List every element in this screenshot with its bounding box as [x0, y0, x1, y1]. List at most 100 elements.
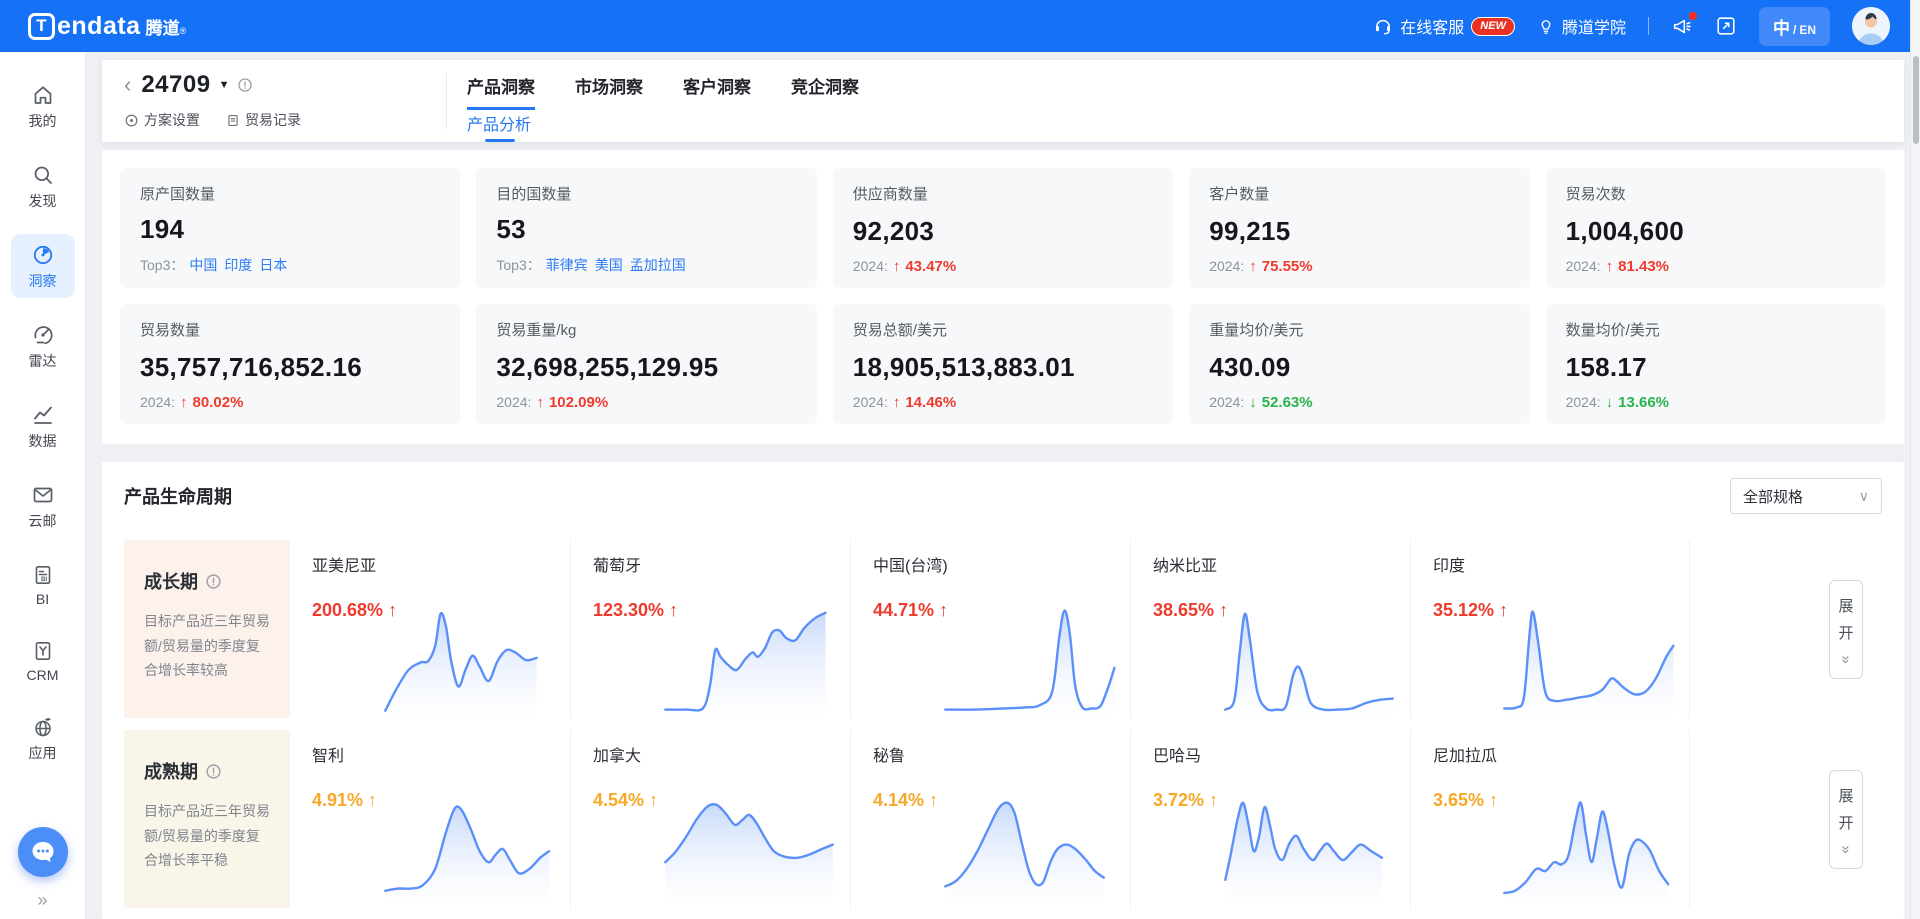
stat-value: 35,757,716,852.16 — [140, 352, 440, 383]
growth-rate: 44.71%↑ — [873, 600, 948, 621]
trend-sparkline-chart — [1220, 794, 1398, 904]
spec-filter-value: 全部规格 — [1743, 486, 1803, 507]
stat-value: 53 — [496, 214, 796, 245]
country-name[interactable]: 印度 — [1433, 552, 1689, 576]
country-name[interactable]: 巴哈马 — [1153, 742, 1410, 766]
country-name[interactable]: 纳米比亚 — [1153, 552, 1410, 576]
trade-records-button[interactable]: 贸易记录 — [226, 110, 301, 130]
sidebar-item-5-data[interactable]: 数据 — [11, 394, 75, 458]
stat-title: 客户数量 — [1209, 183, 1509, 204]
tab-4[interactable]: 竞企洞察 — [791, 73, 859, 110]
country-name[interactable]: 加拿大 — [593, 742, 850, 766]
caret-down-icon[interactable]: ▼ — [219, 79, 230, 91]
sidebar-item-label: 云邮 — [29, 511, 57, 531]
online-service-button[interactable]: 在线客服 NEW — [1373, 14, 1515, 38]
top3-link[interactable]: 美国 — [595, 255, 623, 275]
sidebar-item-4-radar[interactable]: 雷达 — [11, 314, 75, 378]
top3-link[interactable]: 中国 — [189, 255, 217, 275]
country-name[interactable]: 尼加拉瓜 — [1433, 742, 1689, 766]
sidebar-item-label: CRM — [27, 667, 59, 683]
stat-value: 18,905,513,883.01 — [853, 352, 1153, 383]
growth-rate: 38.65%↑ — [1153, 600, 1228, 621]
expand-column: 展开» — [1810, 730, 1882, 908]
chat-fab-button[interactable] — [18, 827, 68, 877]
stat-value: 92,203 — [853, 216, 1153, 247]
stat-value: 32,698,255,129.95 — [496, 352, 796, 383]
sidebar-item-8-crm[interactable]: CRM — [11, 630, 75, 690]
year-label: 2024: — [1566, 258, 1601, 274]
sidebar-item-9-apps[interactable]: 应用 — [11, 706, 75, 770]
growth-rate-value: 38.65% — [1153, 600, 1214, 621]
sidebar-item-1-home[interactable]: 我的 — [11, 74, 75, 138]
trend-cells: 智利4.91%↑加拿大4.54%↑秘鲁4.14%↑巴哈马3.72%↑尼加拉瓜3.… — [290, 730, 1690, 908]
tab-1[interactable]: 产品洞察 — [467, 73, 535, 110]
row-spacer — [1690, 540, 1810, 718]
top3-link[interactable]: 菲律宾 — [546, 255, 588, 275]
online-service-label: 在线客服 — [1400, 14, 1464, 38]
growth-rate-value: 35.12% — [1433, 600, 1494, 621]
trend-cell-中国(台湾): 中国(台湾) 44.71%↑ — [850, 540, 1130, 718]
records-icon — [226, 113, 240, 128]
back-icon[interactable]: ‹ — [124, 76, 133, 94]
expand-button[interactable]: 展开» — [1829, 770, 1863, 869]
up-arrow-icon: ↑ — [893, 258, 901, 275]
page-header: ‹ 24709 ▼ 方案设置 贸易记录 产品洞察 市场洞察 客户洞察 竞企洞察 产品分析 — [102, 60, 1904, 142]
info-icon[interactable] — [237, 77, 253, 93]
subtab-product-analysis[interactable]: 产品分析 — [467, 111, 531, 142]
expand-button[interactable]: 展开» — [1829, 580, 1863, 679]
scrollbar-thumb[interactable] — [1913, 56, 1919, 144]
info-icon[interactable] — [205, 763, 222, 780]
stage-name-label: 成长期 — [144, 568, 198, 594]
country-name[interactable]: 秘鲁 — [873, 742, 1130, 766]
info-icon[interactable] — [205, 573, 222, 590]
avatar-person-icon — [1852, 7, 1890, 45]
stage-name: 成长期 — [144, 568, 270, 594]
bulb-icon — [1537, 16, 1555, 36]
stat-title: 数量均价/美元 — [1566, 319, 1866, 340]
stage-name-label: 成熟期 — [144, 758, 198, 784]
stat-value: 194 — [140, 214, 440, 245]
top3-link[interactable]: 孟加拉国 — [630, 255, 686, 275]
delta-value: 52.63% — [1262, 394, 1313, 411]
trend-cell-秘鲁: 秘鲁4.14%↑ — [850, 730, 1130, 908]
country-name[interactable]: 中国(台湾) — [873, 552, 1130, 576]
expand-label-char: 展 — [1838, 595, 1853, 616]
user-avatar[interactable] — [1852, 7, 1890, 45]
tendata-logo[interactable]: T endata 腾道 ® — [28, 12, 186, 41]
sidebar-expand-button[interactable]: » — [37, 890, 47, 911]
tab-2[interactable]: 市场洞察 — [575, 73, 643, 110]
country-name[interactable]: 智利 — [312, 742, 570, 766]
stat-title: 贸易数量 — [140, 319, 440, 340]
stat-value: 1,004,600 — [1566, 216, 1866, 247]
sidebar-item-6-mail[interactable]: 云邮 — [11, 474, 75, 538]
country-name[interactable]: 亚美尼亚 — [312, 552, 570, 576]
sidebar-item-2-search[interactable]: 发现 — [11, 154, 75, 218]
stage-description: 目标产品近三年贸易额/贸易量的季度复合增长率较高 — [144, 609, 270, 683]
academy-button[interactable]: 腾道学院 — [1537, 14, 1626, 38]
topbar-right: 在线客服 NEW 腾道学院 中 / EN — [1373, 7, 1890, 46]
stat-card-10: 数量均价/美元158.172024:↓13.66% — [1546, 304, 1886, 424]
up-arrow-icon: ↑ — [536, 394, 544, 411]
expand-label-char: 开 — [1838, 622, 1853, 643]
language-toggle[interactable]: 中 / EN — [1759, 7, 1830, 46]
plan-id[interactable]: 24709 — [141, 71, 210, 99]
plan-settings-button[interactable]: 方案设置 — [124, 110, 200, 130]
growth-rate-value: 4.91% — [312, 790, 363, 811]
page-scrollbar — [1910, 0, 1920, 919]
announcements-button[interactable] — [1671, 15, 1693, 37]
country-name[interactable]: 葡萄牙 — [593, 552, 850, 576]
fullscreen-button[interactable] — [1715, 15, 1737, 37]
lang-zh: 中 — [1773, 14, 1790, 39]
spec-filter-select[interactable]: 全部规格 ∨ — [1730, 478, 1882, 514]
tab-3[interactable]: 客户洞察 — [683, 73, 751, 110]
sidebar-item-label: 发现 — [29, 191, 57, 211]
sidebar-item-7-bi[interactable]: BIBI — [11, 554, 75, 614]
sidebar-item-label: 雷达 — [29, 351, 57, 371]
bi-icon: BI — [31, 563, 55, 587]
stat-title: 目的国数量 — [496, 183, 796, 204]
sidebar-item-3-insight[interactable]: 洞察 — [11, 234, 75, 298]
stat-meta: 2024:↓13.66% — [1566, 394, 1866, 411]
trend-cell-纳米比亚: 纳米比亚 38.65%↑ — [1130, 540, 1410, 718]
top3-link[interactable]: 印度 — [224, 255, 252, 275]
top3-link[interactable]: 日本 — [259, 255, 287, 275]
